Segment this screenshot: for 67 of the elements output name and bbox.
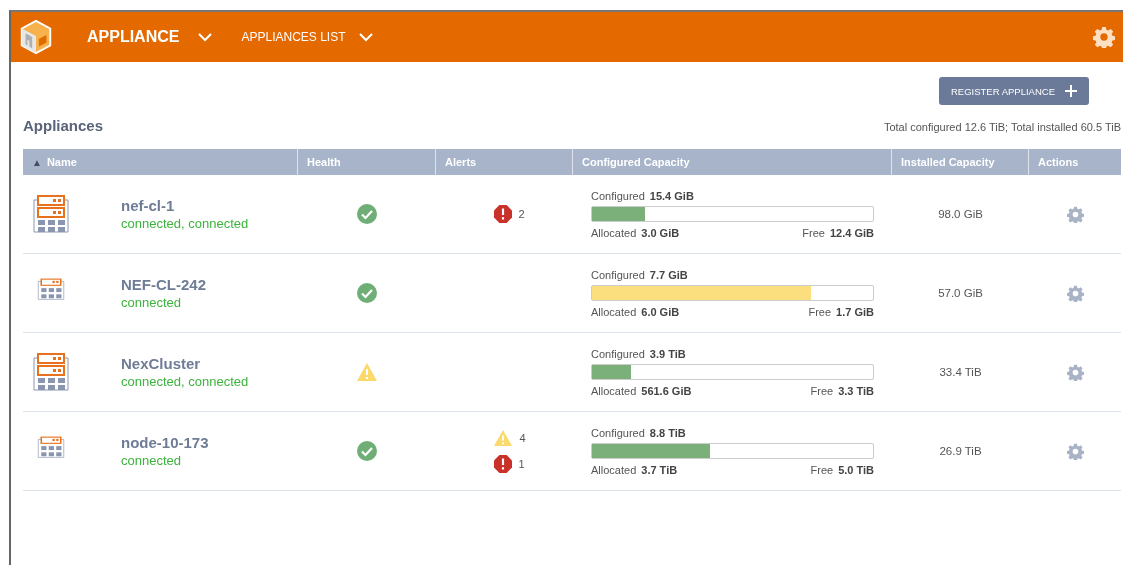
configured-label: Configured: [591, 426, 645, 439]
free-value: 3.3 TiB: [838, 384, 874, 397]
free-value: 5.0 TiB: [838, 463, 874, 476]
connection-status: connected, connected: [121, 374, 249, 389]
free-label: Free: [802, 226, 825, 239]
register-appliance-button[interactable]: REGISTER APPLIANCE: [939, 77, 1089, 105]
check-circle-icon: [357, 283, 377, 303]
settings-icon[interactable]: [1066, 442, 1084, 460]
connection-status: connected: [121, 453, 182, 468]
settings-icon[interactable]: [1093, 26, 1115, 48]
free-label: Free: [808, 305, 832, 318]
warning-icon: [493, 429, 514, 447]
warning-icon: [356, 362, 378, 382]
column-header: Alerts: [436, 149, 573, 175]
appliances-list-menu[interactable]: APPLIANCES LIST: [241, 30, 346, 44]
column-header: Actions: [1037, 155, 1080, 170]
server-stack-icon: [31, 352, 71, 392]
allocated-label: Allocated: [591, 226, 637, 239]
column-header: Health: [298, 149, 436, 175]
free-value: 1.7 GiB: [836, 305, 874, 318]
allocated-value: 6.0 GiB: [641, 305, 680, 318]
free-value: 12.4 GiB: [829, 226, 874, 239]
connection-status: connected: [121, 295, 182, 310]
configured-value: 3.9 TiB: [649, 347, 686, 360]
appliance-name[interactable]: NEF-CL-242: [121, 276, 206, 293]
section-heading: Appliances: [23, 117, 104, 134]
free-label: Free: [810, 384, 834, 397]
settings-icon[interactable]: [1066, 205, 1084, 223]
installed-capacity: 98.0 GiB: [938, 208, 983, 220]
appliance-name[interactable]: NexCluster: [121, 355, 249, 372]
totals-text: Total configured 12.6 TiB; Total installed 60.5 TiB: [883, 121, 1122, 133]
connection-status: connected, connected: [121, 216, 249, 231]
configured-value: 7.7 GiB: [649, 268, 688, 281]
chevron-down-icon[interactable]: [197, 32, 214, 42]
configured-value: 15.4 GiB: [649, 189, 694, 202]
chevron-down-icon[interactable]: [357, 32, 374, 42]
free-label: Free: [810, 463, 834, 476]
appliance-name[interactable]: nef-cl-1: [121, 197, 249, 214]
allocated-value: 561.6 GiB: [641, 384, 692, 397]
settings-icon[interactable]: [1066, 363, 1084, 381]
installed-capacity: 26.9 TiB: [939, 445, 982, 457]
alert-count: 2: [518, 208, 525, 220]
app-title: APPLIANCE: [87, 28, 180, 46]
alert-count: 4: [519, 432, 526, 444]
configured-value: 8.8 TiB: [649, 426, 686, 439]
installed-capacity: 33.4 TiB: [939, 366, 982, 378]
configured-label: Configured: [591, 347, 645, 360]
appliance-name[interactable]: node-10-173: [121, 434, 209, 451]
configured-label: Configured: [591, 268, 645, 281]
allocated-label: Allocated: [591, 463, 637, 476]
plus-icon: [1065, 85, 1077, 97]
server-stack-icon: [31, 194, 71, 234]
allocated-label: Allocated: [591, 305, 637, 318]
settings-icon[interactable]: [1066, 284, 1084, 302]
column-header: Configured Capacity: [573, 149, 892, 175]
error-octagon-icon: [494, 205, 513, 223]
allocated-value: 3.0 GiB: [641, 226, 680, 239]
check-circle-icon: [357, 204, 377, 224]
installed-capacity: 57.0 GiB: [938, 287, 983, 299]
error-octagon-icon: [494, 455, 513, 473]
column-header[interactable]: ▲ Name: [23, 149, 298, 175]
check-circle-icon: [357, 441, 377, 461]
allocated-label: Allocated: [591, 384, 637, 397]
configured-label: Configured: [591, 189, 645, 202]
column-header: Installed Capacity: [892, 149, 1029, 175]
alert-count: 1: [518, 458, 525, 470]
allocated-value: 3.7 TiB: [641, 463, 678, 476]
